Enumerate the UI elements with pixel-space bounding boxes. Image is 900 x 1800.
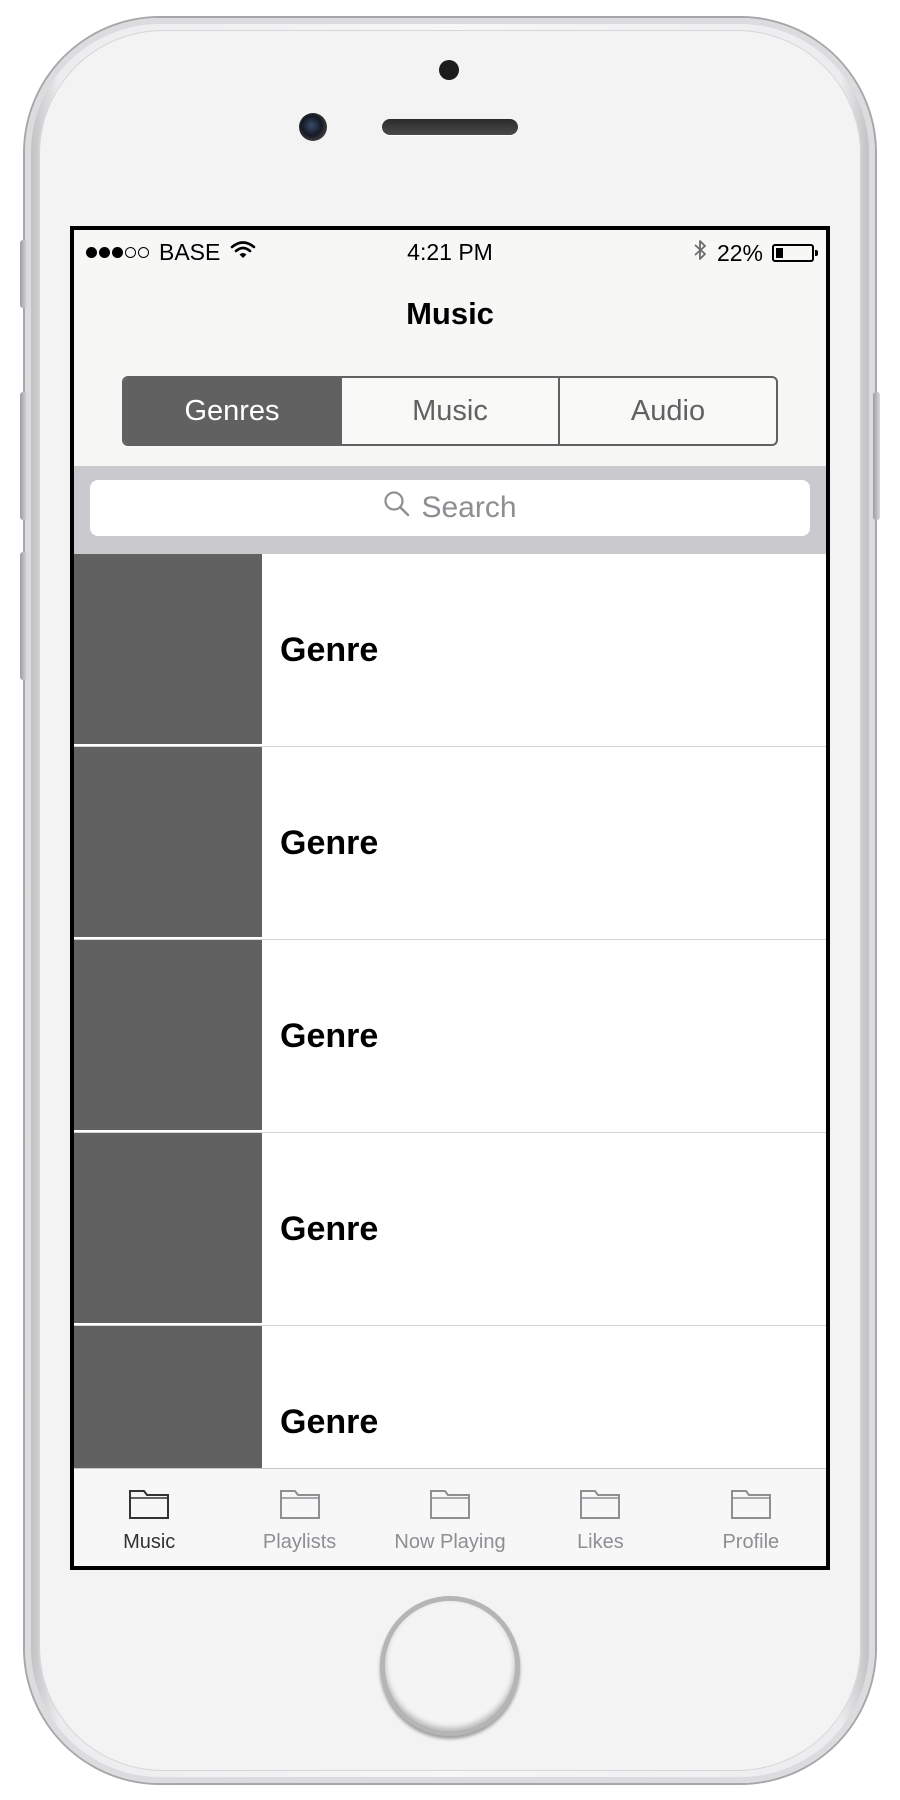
tab-label: Now Playing <box>394 1531 506 1553</box>
genre-row[interactable]: Genre <box>74 1326 826 1472</box>
front-camera <box>299 113 327 141</box>
battery-icon <box>772 244 818 262</box>
battery-fill <box>776 248 783 258</box>
genre-thumbnail <box>74 1326 262 1472</box>
genre-thumbnail <box>74 940 262 1132</box>
genre-row[interactable]: Genre <box>74 554 826 747</box>
segmented-control: Genres Music Audio <box>122 376 778 446</box>
segment-audio[interactable]: Audio <box>558 378 776 444</box>
proximity-sensor <box>439 60 459 80</box>
genre-label: Genre <box>280 630 379 669</box>
screen: BASE 4:21 PM 22% Music Genres Music Audi… <box>70 226 830 1570</box>
segment-music[interactable]: Music <box>340 378 558 444</box>
volume-down-button <box>20 552 27 680</box>
page-title: Music <box>406 296 494 331</box>
folder-icon <box>579 1486 621 1531</box>
home-button[interactable] <box>380 1596 520 1736</box>
search-bar: Search <box>74 466 826 554</box>
signal-dot <box>99 247 110 258</box>
genre-thumbnail <box>74 1133 262 1325</box>
genre-list: Genre Genre Genre Genre Genre <box>74 554 826 1472</box>
tab-label: Likes <box>577 1531 624 1553</box>
genre-thumbnail <box>74 747 262 939</box>
genre-label: Genre <box>280 1016 379 1055</box>
genre-row[interactable]: Genre <box>74 940 826 1133</box>
signal-dot <box>112 247 123 258</box>
genre-row[interactable]: Genre <box>74 747 826 940</box>
genre-label: Genre <box>280 823 379 862</box>
genre-row[interactable]: Genre <box>74 1133 826 1326</box>
tab-label: Music <box>123 1531 176 1553</box>
segment-genres[interactable]: Genres <box>124 378 340 444</box>
genre-label: Genre <box>280 1209 379 1248</box>
tab-likes[interactable]: Likes <box>525 1469 675 1566</box>
folder-icon <box>128 1486 170 1531</box>
battery-percent: 22% <box>716 239 763 266</box>
wifi-icon <box>230 239 256 266</box>
tab-label: Playlists <box>262 1531 337 1553</box>
genre-thumbnail <box>74 554 262 746</box>
tab-label: Profile <box>722 1531 780 1553</box>
tab-bar: Music Playlists Now Playing Likes Profile <box>74 1468 826 1566</box>
folder-icon <box>730 1486 772 1531</box>
earpiece-speaker <box>382 119 518 135</box>
search-icon <box>383 490 411 526</box>
mute-switch <box>20 240 27 308</box>
folder-icon <box>279 1486 321 1531</box>
power-button <box>873 392 880 520</box>
genre-label: Genre <box>280 1402 379 1441</box>
tab-playlists[interactable]: Playlists <box>224 1469 374 1566</box>
folder-icon <box>429 1486 471 1531</box>
search-input[interactable]: Search <box>90 480 810 536</box>
tab-profile[interactable]: Profile <box>676 1469 826 1566</box>
signal-dot <box>138 247 149 258</box>
carrier-name: BASE <box>159 239 221 265</box>
signal-dot <box>86 247 97 258</box>
bluetooth-icon <box>692 238 708 268</box>
tab-music[interactable]: Music <box>74 1469 224 1566</box>
volume-up-button <box>20 392 27 520</box>
signal-strength-icon <box>86 247 149 258</box>
signal-dot <box>125 247 136 258</box>
status-bar: BASE 4:21 PM 22% <box>74 230 826 272</box>
tab-now-playing[interactable]: Now Playing <box>375 1469 525 1566</box>
search-placeholder: Search <box>421 491 517 524</box>
